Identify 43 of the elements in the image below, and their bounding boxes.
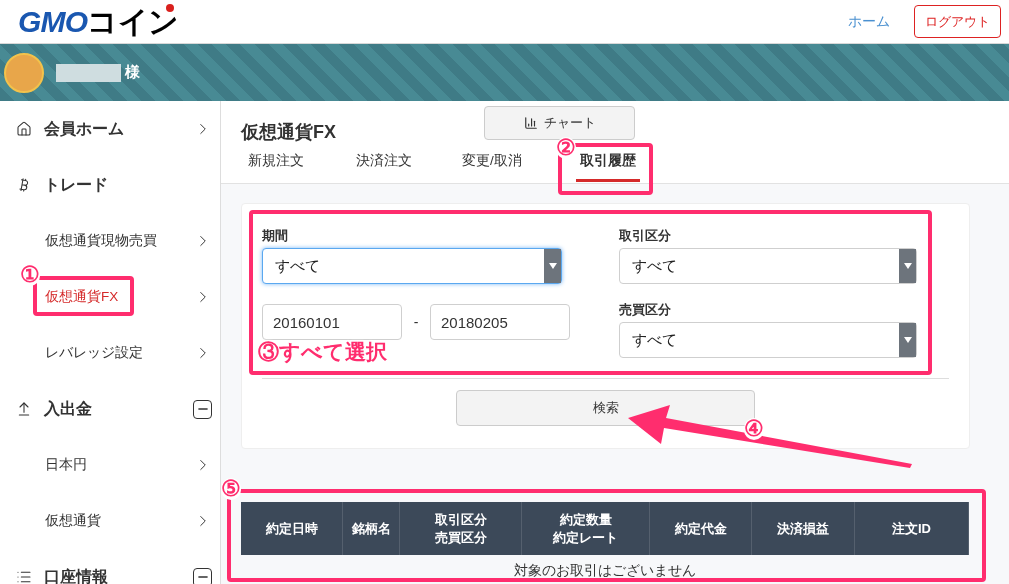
sidebar-item[interactable]: 日本円: [45, 454, 87, 476]
collapse-toggle[interactable]: [193, 399, 212, 419]
column-header: 約定数量 約定レート: [522, 502, 650, 555]
empty-message: 対象のお取引はございません: [513, 562, 697, 580]
logout-button[interactable]: ログアウト: [914, 4, 1001, 39]
bar-chart-icon: [523, 116, 538, 130]
logo[interactable]: GMOコイン: [18, 6, 179, 37]
field-label: 売買区分: [619, 301, 672, 318]
column-header: 約定日時: [241, 502, 343, 555]
sidebar-item[interactable]: 仮想通貨FX: [45, 286, 119, 308]
page-title: 仮想通貨FX: [241, 121, 336, 144]
section-icon: [16, 121, 32, 137]
sidebar-section[interactable]: トレード: [0, 157, 220, 213]
collapse-toggle[interactable]: [193, 567, 212, 584]
date-to-field[interactable]: 20180205: [430, 304, 570, 340]
section-icon: [16, 401, 32, 417]
field-label: 取引区分: [619, 227, 672, 244]
sidebar-item[interactable]: 仮想通貨: [45, 510, 101, 532]
field-label: 期間: [262, 227, 289, 244]
user-honorific: 様: [125, 62, 140, 83]
column-header: 取引区分 売買区分: [400, 502, 522, 555]
sidebar-item[interactable]: レバレッジ設定: [45, 342, 143, 364]
annotation-note: ③すべて選択: [258, 341, 387, 362]
date-from-field[interactable]: 20160101: [262, 304, 402, 340]
tab[interactable]: 変更/取消: [438, 141, 546, 183]
blurred-name: [56, 63, 121, 82]
tab[interactable]: 新規注文: [222, 141, 330, 183]
home-link[interactable]: ホーム: [848, 11, 890, 32]
tab[interactable]: 決済注文: [330, 141, 438, 183]
column-header: 銘柄名: [343, 502, 400, 555]
sidebar-section[interactable]: 口座情報: [0, 549, 220, 584]
avatar: [4, 52, 44, 93]
sidebar-section[interactable]: 会員ホーム: [0, 101, 220, 157]
dropdown-select[interactable]: すべて: [619, 248, 917, 284]
column-header: 約定代金: [650, 502, 752, 555]
column-header: 決済損益: [752, 502, 855, 555]
sidebar-section[interactable]: 入出金: [0, 381, 220, 437]
date-separator: -: [412, 312, 420, 332]
sidebar-item[interactable]: 仮想通貨現物売買: [45, 230, 157, 252]
dropdown-select[interactable]: すべて: [619, 322, 917, 358]
dropdown-select[interactable]: すべて: [262, 248, 562, 284]
section-icon: [16, 569, 32, 584]
column-header: 注文ID: [855, 502, 969, 555]
